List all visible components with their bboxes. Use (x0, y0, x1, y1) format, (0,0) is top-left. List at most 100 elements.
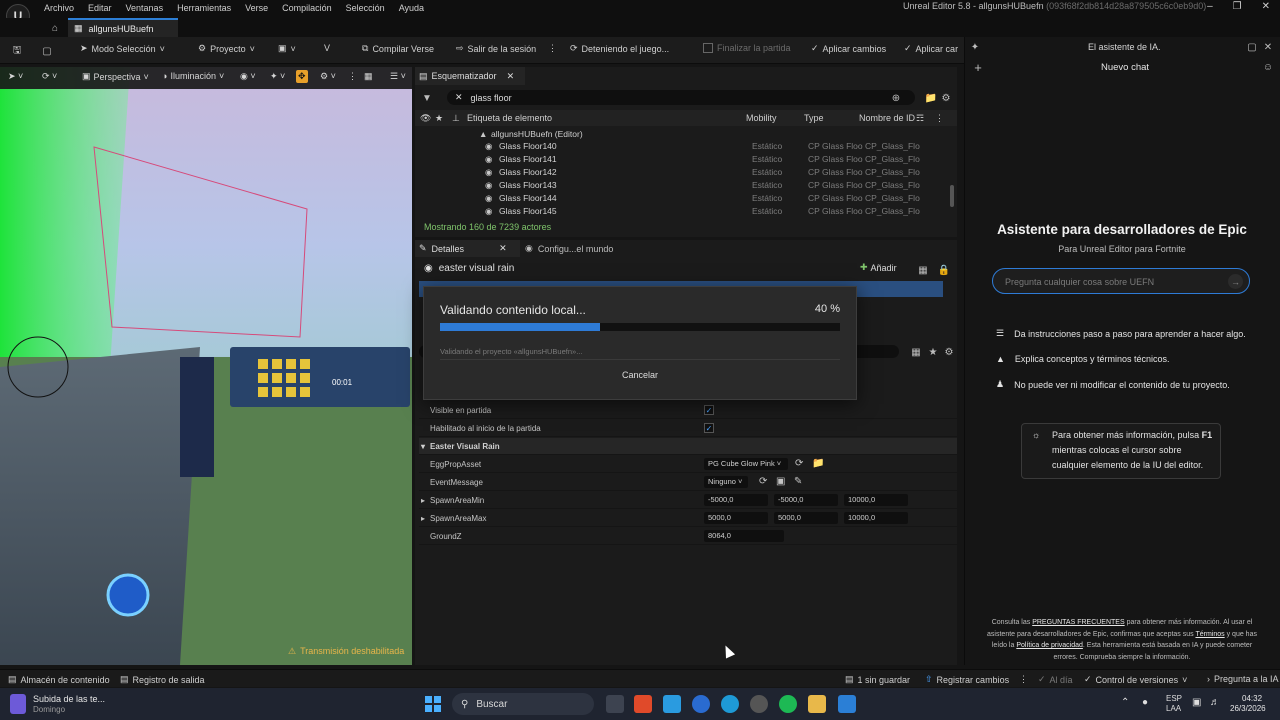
settings-icon[interactable]: ⚙ ˅ (320, 71, 336, 82)
menu-ayuda[interactable]: Ayuda (399, 3, 424, 13)
ai-input-box[interactable]: → (992, 268, 1250, 294)
ground-z-field[interactable]: 8064,0 (704, 530, 784, 542)
dock-icon[interactable]: ▢ (1245, 40, 1259, 54)
property-matrix-icon[interactable]: ▦ (909, 345, 923, 359)
col-label[interactable]: Etiqueta de elemento (467, 113, 552, 123)
pin-icon[interactable]: ✦ (968, 40, 982, 54)
outliner-tab[interactable]: ▤ Esquematizador ✕ (415, 67, 525, 85)
favorite-header-icon[interactable]: ★ (435, 113, 443, 124)
blueprint-icon[interactable]: ▦ (916, 263, 930, 277)
filter-icon[interactable]: ▼ (420, 91, 434, 105)
table-row[interactable]: ◉ Glass Floor141 Estático CP Glass Floo … (415, 153, 951, 166)
app-f-icon[interactable] (663, 695, 681, 713)
details-settings-icon[interactable]: ⚙ (942, 345, 956, 359)
menu-verse[interactable]: Verse (245, 3, 268, 13)
task-view-icon[interactable] (606, 695, 624, 713)
col-type[interactable]: Type (804, 113, 824, 123)
table-row[interactable]: ◉ Glass Floor145 Estático CP Glass Floo … (415, 205, 951, 218)
taskbar-search[interactable]: ⚲ Buscar (452, 693, 594, 715)
home-icon[interactable]: ⌂ (48, 21, 62, 35)
expand-icon[interactable]: ▸ (421, 496, 425, 505)
register-changes-button[interactable]: ⇧ Registrar cambios (925, 674, 1009, 685)
egg-asset-dropdown[interactable]: PG Cube Glow Pink ˅ (704, 458, 788, 470)
show-flags-icon[interactable]: ◉ ˅ (240, 71, 256, 82)
output-log-button[interactable]: ▤ Registro de salida (120, 674, 205, 685)
epic-launcher-icon[interactable] (750, 695, 768, 713)
apply-changes-button[interactable]: ✓ Aplicar cambios (811, 43, 886, 54)
send-icon[interactable]: → (1228, 274, 1243, 289)
min-z-field[interactable]: 10000,0 (844, 494, 908, 506)
picker-icon[interactable]: ✎ (794, 476, 802, 487)
restore-icon[interactable]: ❐ (1233, 1, 1242, 12)
table-row[interactable]: ◉ Glass Floor143 Estático CP Glass Floo … (415, 179, 951, 192)
table-row[interactable]: ◉ Glass Floor144 Estático CP Glass Floo … (415, 192, 951, 205)
max-y-field[interactable]: 5000,0 (774, 512, 838, 524)
section-header[interactable]: ▾ Easter Visual Rain (419, 438, 957, 455)
language-line-1[interactable]: ESP (1166, 694, 1182, 703)
expand-icon[interactable]: ▲ (479, 129, 487, 139)
menu-editar[interactable]: Editar (88, 3, 112, 13)
ai-question-input[interactable] (1005, 275, 1215, 288)
lighting-button[interactable]: ◑ Iluminación ˅ (162, 71, 224, 81)
monitor-icon[interactable]: ▣ (1192, 697, 1201, 708)
col-id[interactable]: Nombre de ID (859, 113, 915, 123)
project-button[interactable]: ⚙ Proyecto ˅ (198, 43, 255, 54)
level-viewport[interactable]: 00:01 (0, 67, 412, 665)
outliner-search[interactable]: ✕ glass floor (447, 90, 915, 105)
verse-button[interactable]: V (324, 43, 330, 53)
spotify-icon[interactable] (779, 695, 797, 713)
faq-link[interactable]: PREGUNTAS FRECUENTES (1032, 619, 1124, 626)
close-tab-icon[interactable]: ✕ (507, 71, 515, 82)
select-icon[interactable]: ▣ (776, 476, 785, 487)
use-selected-icon[interactable]: 📁 (812, 458, 824, 469)
min-y-field[interactable]: -5000,0 (774, 494, 838, 506)
status-more-icon[interactable]: ⋮ (1019, 674, 1028, 685)
add-content-button[interactable]: ▣ ˅ (278, 43, 296, 54)
details-tab[interactable]: ✎ Detalles ✕ (415, 240, 520, 257)
close-window-icon[interactable]: ✕ (1262, 1, 1270, 12)
terms-link[interactable]: Términos (1195, 631, 1224, 638)
menu-ventanas[interactable]: Ventanas (126, 3, 164, 13)
toolbar-more-icon[interactable]: ⋮ (548, 43, 557, 54)
profile-icon[interactable]: ☺ (1261, 60, 1275, 74)
microphone-icon[interactable]: ● (1142, 697, 1148, 708)
menu-herramientas[interactable]: Herramientas (177, 3, 231, 13)
visible-checkbox[interactable]: ✓ (704, 405, 714, 415)
more-icon[interactable]: ⋮ (348, 71, 357, 82)
privacy-link[interactable]: Política de privacidad (1016, 642, 1083, 649)
max-z-field[interactable]: 10000,0 (844, 512, 908, 524)
col-mobility[interactable]: Mobility (746, 113, 777, 123)
menu-seleccion[interactable]: Selección (346, 3, 385, 13)
close-panel-icon[interactable]: ✕ (1261, 40, 1275, 54)
windows-start-icon[interactable] (425, 696, 441, 712)
volume-icon[interactable]: ♬ (1210, 697, 1220, 708)
world-settings-tab[interactable]: ◉ Configu...el mundo (525, 240, 635, 257)
finish-match-button[interactable]: Finalizar la partida (703, 43, 791, 53)
outliner-more-icon[interactable]: ⋮ (935, 113, 944, 124)
snap-toggle-icon[interactable]: ✥ (296, 70, 308, 83)
table-row[interactable]: ◉ Glass Floor140 Estático CP Glass Floo … (415, 140, 951, 153)
reset-icon[interactable]: ⟳ (759, 476, 767, 487)
file-explorer-icon[interactable] (808, 695, 826, 713)
menu-compilacion[interactable]: Compilación (282, 3, 332, 13)
notification-thumbnail-icon[interactable] (10, 694, 26, 714)
version-control-button[interactable]: ✓ Control de versiones ˅ (1084, 674, 1187, 685)
edge-icon[interactable] (721, 695, 739, 713)
menu-archivo[interactable]: Archivo (44, 3, 74, 13)
add-filter-icon[interactable]: ⊕ (889, 91, 903, 105)
ask-ai-button[interactable]: › Pregunta a la IA (1207, 674, 1279, 684)
clock-time[interactable]: 04:32 (1242, 694, 1262, 703)
stopping-game-button[interactable]: ⟳ Deteniendo el juego... (570, 43, 669, 54)
new-chat-plus-icon[interactable]: + (971, 60, 985, 75)
folder-icon[interactable]: 📁 (924, 91, 938, 105)
snap-icon[interactable]: ✦ ˅ (270, 71, 285, 82)
content-browser-icon[interactable]: ▢ (40, 44, 54, 58)
ai-day-status[interactable]: ✓ Al día (1038, 674, 1073, 685)
favorites-icon[interactable]: ★ (926, 345, 940, 359)
lock-icon[interactable]: 🔒 (937, 263, 951, 277)
clear-search-icon[interactable]: ✕ (455, 92, 463, 103)
table-row[interactable]: ◉ Glass Floor142 Estático CP Glass Floo … (415, 166, 951, 179)
brave-browser-icon[interactable] (634, 695, 652, 713)
document-tab[interactable]: ▦ allgunsHUBuefn (68, 18, 178, 37)
transform-tool-icon[interactable]: ➤ ˅ (8, 71, 23, 82)
